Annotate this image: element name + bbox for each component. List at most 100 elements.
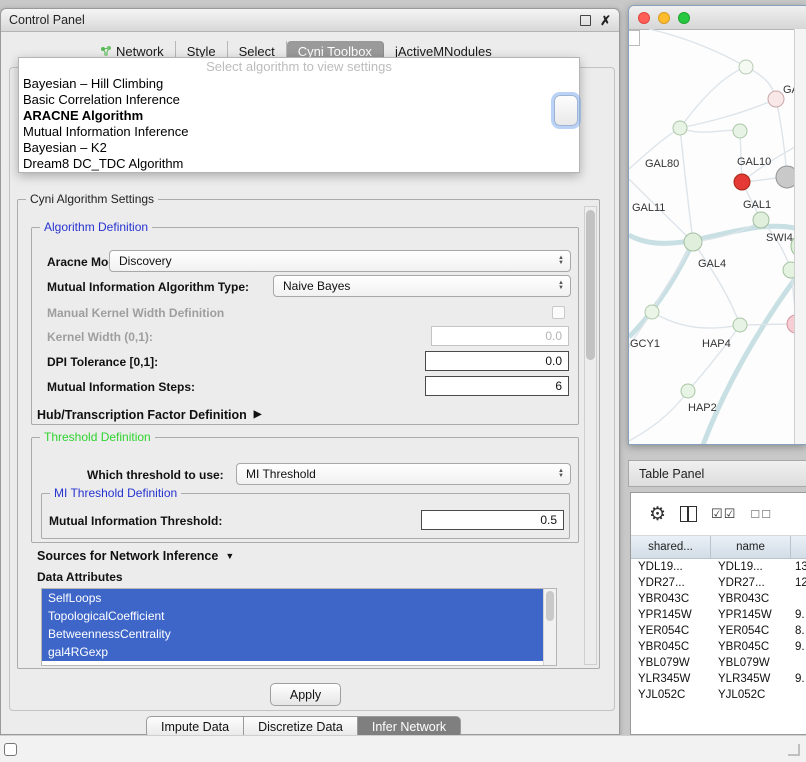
which-threshold-label: Which threshold to use: (87, 468, 224, 482)
data-attribute-item[interactable]: SelfLoops (42, 589, 543, 607)
table-row[interactable]: YER054CYER054C8. (631, 623, 806, 639)
graph-node-label: GAL1 (743, 199, 771, 211)
settings-scrollbar[interactable] (584, 206, 597, 665)
zoom-traffic-light[interactable] (678, 12, 690, 24)
graph-edge[interactable] (680, 99, 776, 128)
table-cell: YDR27... (711, 577, 791, 589)
bottom-strip (0, 735, 806, 762)
aracne-mode-combo[interactable]: Discovery ▲ ▼ (109, 250, 571, 272)
control-panel-titlebar[interactable]: Control Panel ✗ (1, 9, 619, 32)
graph-edge[interactable] (629, 242, 693, 337)
table-cell: YJL052C (711, 689, 791, 701)
table-row[interactable]: YLR345WYLR345W9. (631, 671, 806, 687)
graph-node[interactable] (733, 318, 747, 332)
graph-edge[interactable] (703, 279, 795, 445)
mi-threshold-field[interactable]: 0.5 (421, 510, 564, 530)
combo-down-arrow-icon: ▼ (558, 474, 564, 479)
table-cell: YER054C (631, 625, 711, 637)
graph-edge[interactable] (776, 99, 787, 177)
mi-steps-field[interactable]: 6 (425, 376, 569, 396)
algorithm-option[interactable]: Bayesian – Hill Climbing (19, 76, 579, 92)
column-header-name[interactable]: name (711, 536, 791, 558)
graph-node[interactable] (681, 384, 695, 398)
algorithm-option[interactable]: ARACNE Algorithm (19, 108, 579, 124)
algorithm-option[interactable]: Basic Correlation Inference (19, 92, 579, 108)
graph-edge[interactable] (680, 67, 746, 128)
graph-edge[interactable] (652, 312, 740, 328)
graph-node[interactable] (768, 91, 784, 107)
table-row[interactable]: YDL19...YDL19...13 (631, 559, 806, 575)
graph-edge[interactable] (680, 128, 740, 132)
algorithm-option[interactable]: Bayesian – K2 (19, 140, 579, 156)
table-row[interactable]: YPR145WYPR145W9. (631, 607, 806, 623)
graph-node[interactable] (733, 124, 747, 138)
table-row[interactable]: YDR27...YDR27...12 (631, 575, 806, 591)
table-cell: YBR045C (631, 641, 711, 653)
table-settings-gear-icon[interactable]: ⚙ (649, 505, 666, 524)
graph-node[interactable] (673, 121, 687, 135)
data-attribute-item[interactable]: TopologicalCoefficient (42, 607, 543, 625)
table-cell: YDL19... (631, 561, 711, 573)
mi-algorithm-type-combo[interactable]: Naive Bayes ▲ ▼ (273, 275, 571, 297)
show-columns-icon[interactable] (680, 506, 697, 522)
network-scrollbar[interactable] (794, 29, 806, 444)
close-traffic-light[interactable] (638, 12, 650, 24)
table-row[interactable]: YBR043CYBR043C (631, 591, 806, 607)
graph-node[interactable] (645, 305, 659, 319)
desktop: Control Panel ✗ Network Style (0, 0, 806, 762)
list-scrollbar-thumb[interactable] (546, 591, 554, 621)
list-scrollbar[interactable] (543, 589, 556, 665)
graph-node-label: GAL80 (645, 158, 679, 170)
combo-value: Discovery (119, 254, 172, 268)
algorithm-popup-hint: Select algorithm to view settings (19, 58, 579, 76)
apply-button[interactable]: Apply (270, 683, 341, 706)
select-all-columns-icon[interactable]: ☑☑ (711, 506, 736, 522)
table-row[interactable]: YBR045CYBR045C9. (631, 639, 806, 655)
table-cell: YBR043C (711, 593, 791, 605)
combo-value: MI Threshold (246, 467, 316, 481)
graph-node[interactable] (734, 174, 750, 190)
data-attribute-item[interactable]: BetweennessCentrality (42, 625, 543, 643)
close-icon[interactable]: ✗ (600, 14, 611, 27)
table-cell: YJL052C (631, 689, 711, 701)
float-window-icon[interactable] (580, 15, 591, 26)
data-attribute-items: SelfLoopsTopologicalCoefficientBetweenne… (42, 589, 543, 661)
field-value: 0.0 (545, 354, 562, 368)
algorithm-option[interactable]: Dream8 DC_TDC Algorithm (19, 156, 579, 172)
sources-header[interactable]: Sources for Network Inference ▼ (37, 549, 234, 563)
minimize-traffic-light[interactable] (658, 12, 670, 24)
table-cell: YBL079W (711, 657, 791, 669)
network-canvas[interactable]: GAL80GAL10GAL11GAL1SWI4GAL4GCY1HAP4HAP2G… (629, 29, 795, 445)
panel-toggle-icon[interactable] (4, 743, 17, 756)
table-row[interactable]: YBL079WYBL079W (631, 655, 806, 671)
graph-node[interactable] (739, 60, 753, 74)
graph-node[interactable] (776, 166, 795, 188)
settings-scrollbar-thumb[interactable] (586, 210, 595, 360)
hub-definition-header[interactable]: Hub/Transcription Factor Definition ▶ (37, 408, 261, 422)
algorithm-option[interactable]: Mutual Information Inference (19, 124, 579, 140)
graph-node[interactable] (684, 233, 702, 251)
column-header-extra[interactable] (791, 536, 806, 558)
deselect-all-columns-icon[interactable]: ☐☐ (750, 508, 772, 521)
table-cell: 9. (791, 609, 806, 621)
network-window-titlebar[interactable] (629, 6, 806, 30)
table-body: YDL19...YDL19...13YDR27...YDR27...12YBR0… (631, 559, 806, 703)
combo-down-arrow-icon: ▼ (558, 261, 564, 266)
data-attribute-item[interactable]: gal4RGexp (42, 643, 543, 661)
table-panel-titlebar[interactable]: Table Panel (628, 460, 806, 487)
graph-node-label: GAL11 (632, 202, 665, 214)
column-header-shared-name[interactable]: shared... (631, 536, 711, 558)
table-cell: 9. (791, 673, 806, 685)
graph-node[interactable] (753, 212, 769, 228)
graph-edge[interactable] (649, 29, 746, 67)
graph-edge[interactable] (629, 391, 688, 441)
algorithm-popup-items: Bayesian – Hill ClimbingBasic Correlatio… (19, 76, 579, 172)
network-scrollbar-box[interactable] (628, 30, 640, 46)
graph-edge[interactable] (680, 128, 693, 242)
dpi-tolerance-field[interactable]: 0.0 (425, 351, 569, 371)
table-row[interactable]: YJL052CYJL052C (631, 687, 806, 703)
graph-edge[interactable] (693, 242, 740, 325)
algorithm-combo-stepper[interactable] (554, 95, 578, 126)
table-cell: 13 (791, 561, 806, 573)
which-threshold-combo[interactable]: MI Threshold ▲ ▼ (236, 463, 571, 485)
